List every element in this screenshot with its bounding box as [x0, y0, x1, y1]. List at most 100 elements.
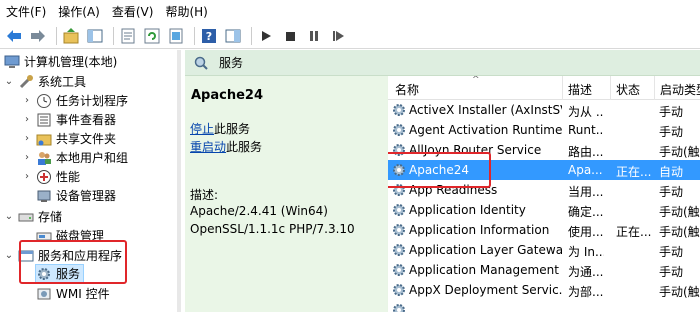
- table-row[interactable]: [388, 300, 700, 312]
- service-gear-icon: [391, 302, 407, 312]
- menu-help[interactable]: 帮助(H): [165, 3, 207, 20]
- properties-icon[interactable]: [118, 26, 138, 46]
- services-title: 服务: [219, 56, 244, 70]
- table-row[interactable]: Application Information 使用... 正在... 手动(触: [388, 220, 700, 240]
- stop-service-icon[interactable]: [280, 26, 300, 46]
- show-hide-pane-icon[interactable]: [223, 26, 243, 46]
- clock-icon: [36, 93, 52, 109]
- service-gear-icon: [391, 122, 407, 138]
- column-name[interactable]: 名称: [395, 81, 419, 98]
- tree-node-task-scheduler[interactable]: › 任务计划程序: [22, 91, 128, 110]
- description-label: 描述:: [190, 188, 219, 202]
- service-gear-icon: [391, 102, 407, 118]
- services-table: ^ 名称 描述 状态 启动类型 ActiveX Installer (AxIns…: [388, 76, 700, 312]
- service-startup-cell: 手动(触: [659, 145, 700, 159]
- tree-node-shared-folders[interactable]: › 共享文件夹: [22, 129, 116, 148]
- service-name-cell: Application Layer Gatewa...: [409, 243, 562, 257]
- users-icon: [36, 150, 52, 166]
- start-service-icon[interactable]: [256, 26, 276, 46]
- table-row[interactable]: Application Management 为通... 手动: [388, 260, 700, 280]
- event-viewer-icon: [36, 112, 52, 128]
- restart-service-icon[interactable]: [328, 26, 348, 46]
- service-gear-icon: [391, 282, 407, 298]
- tree-node-wmi[interactable]: WMI 控件: [36, 284, 110, 303]
- service-detail-pane: Apache24 停止此服务 重启动此服务 描述: Apache/2.4.41 …: [185, 76, 387, 312]
- service-description-cell: 路由...: [568, 145, 604, 159]
- expand-chevron-icon[interactable]: ›: [22, 133, 32, 144]
- tree-label-system-tools: 系统工具: [38, 75, 87, 89]
- service-description-cell: Apa...: [568, 163, 603, 177]
- service-name-cell: ActiveX Installer (AxInstSV): [409, 103, 562, 117]
- highlight-box-tree: [19, 240, 127, 284]
- toolbar: ?: [0, 23, 700, 49]
- service-gear-icon: [391, 222, 407, 238]
- stop-link-suffix: 此服务: [214, 122, 251, 136]
- collapse-chevron-icon[interactable]: ⌄: [4, 211, 14, 222]
- tree-label-task-scheduler: 任务计划程序: [56, 94, 129, 108]
- stop-service-action: 停止此服务: [190, 120, 250, 137]
- tree-node-performance[interactable]: › 性能: [22, 167, 80, 186]
- restart-service-action: 重启动此服务: [190, 138, 262, 155]
- service-status-cell: 正在...: [616, 225, 652, 239]
- stop-link[interactable]: 停止: [190, 122, 214, 136]
- table-row[interactable]: Agent Activation Runtime... Runt... 手动: [388, 120, 700, 140]
- tree-label-device-manager: 设备管理器: [56, 189, 117, 203]
- service-description-cell: 当用...: [568, 185, 604, 199]
- console-tree-icon[interactable]: [85, 26, 105, 46]
- tree-node-system-tools[interactable]: ⌄ 系统工具: [4, 72, 86, 91]
- tree-node-event-viewer[interactable]: › 事件查看器: [22, 110, 116, 129]
- selected-service-name: Apache24: [191, 88, 264, 103]
- expand-chevron-icon[interactable]: ›: [22, 95, 32, 106]
- collapse-chevron-icon[interactable]: ⌄: [4, 250, 14, 261]
- service-startup-cell: 自动: [659, 165, 684, 179]
- service-name-cell: Application Management: [409, 263, 559, 277]
- service-startup-cell: 手动: [659, 245, 684, 259]
- menu-action[interactable]: 操作(A): [58, 3, 100, 20]
- back-arrow-icon[interactable]: [4, 26, 24, 46]
- service-name-cell: Agent Activation Runtime...: [409, 123, 562, 137]
- tree-label-local-users: 本地用户和组: [56, 151, 129, 165]
- table-row[interactable]: ActiveX Installer (AxInstSV) 为从 ... 手动: [388, 100, 700, 120]
- service-description-cell: Runt...: [568, 123, 604, 137]
- column-description[interactable]: 描述: [568, 81, 592, 98]
- refresh-icon[interactable]: [142, 26, 162, 46]
- service-description-cell: 确定...: [568, 205, 604, 219]
- menu-view[interactable]: 查看(V): [112, 3, 154, 20]
- table-header: ^ 名称 描述 状态 启动类型: [388, 76, 700, 100]
- service-status-cell: 正在...: [616, 165, 652, 179]
- collapse-chevron-icon[interactable]: ⌄: [4, 76, 14, 87]
- column-status[interactable]: 状态: [616, 81, 640, 98]
- device-manager-icon: [36, 188, 52, 204]
- forward-arrow-icon[interactable]: [28, 26, 48, 46]
- tree-node-local-users[interactable]: › 本地用户和组: [22, 148, 128, 167]
- service-description-cell: 使用...: [568, 225, 604, 239]
- computer-management-icon: [4, 54, 20, 70]
- table-row[interactable]: Application Layer Gatewa... 为 In... 手动: [388, 240, 700, 260]
- expand-chevron-icon[interactable]: ›: [22, 114, 32, 125]
- expand-chevron-icon[interactable]: ›: [22, 171, 32, 182]
- tree-label-shared-folders: 共享文件夹: [56, 132, 117, 146]
- help-icon[interactable]: ?: [199, 26, 219, 46]
- up-folder-icon[interactable]: [61, 26, 81, 46]
- pause-service-icon[interactable]: [304, 26, 324, 46]
- tree-node-computer-management[interactable]: 计算机管理(本地): [4, 52, 117, 71]
- restart-link-suffix: 此服务: [226, 140, 263, 154]
- svg-text:?: ?: [206, 30, 212, 43]
- table-row[interactable]: AppX Deployment Servic... 为部... 手动(触: [388, 280, 700, 300]
- expand-chevron-icon[interactable]: ›: [22, 152, 32, 163]
- service-startup-cell: 手动(触: [659, 285, 700, 299]
- service-startup-cell: 手动: [659, 265, 684, 279]
- column-startup-type[interactable]: 启动类型: [660, 81, 700, 98]
- service-description-cell: 为部...: [568, 285, 604, 299]
- service-description-cell: 为 In...: [568, 245, 604, 259]
- export-list-icon[interactable]: [166, 26, 186, 46]
- tree-label-wmi: WMI 控件: [56, 287, 110, 301]
- service-startup-cell: 手动: [659, 125, 684, 139]
- restart-link[interactable]: 重启动: [190, 140, 226, 154]
- tree-node-device-manager[interactable]: 设备管理器: [36, 186, 116, 205]
- table-row[interactable]: Application Identity 确定... 手动(触: [388, 200, 700, 220]
- tree-node-storage[interactable]: ⌄ 存储: [4, 207, 62, 226]
- system-tools-icon: [18, 74, 34, 90]
- menu-file[interactable]: 文件(F): [6, 3, 46, 20]
- service-startup-cell: 手动(触: [659, 225, 700, 239]
